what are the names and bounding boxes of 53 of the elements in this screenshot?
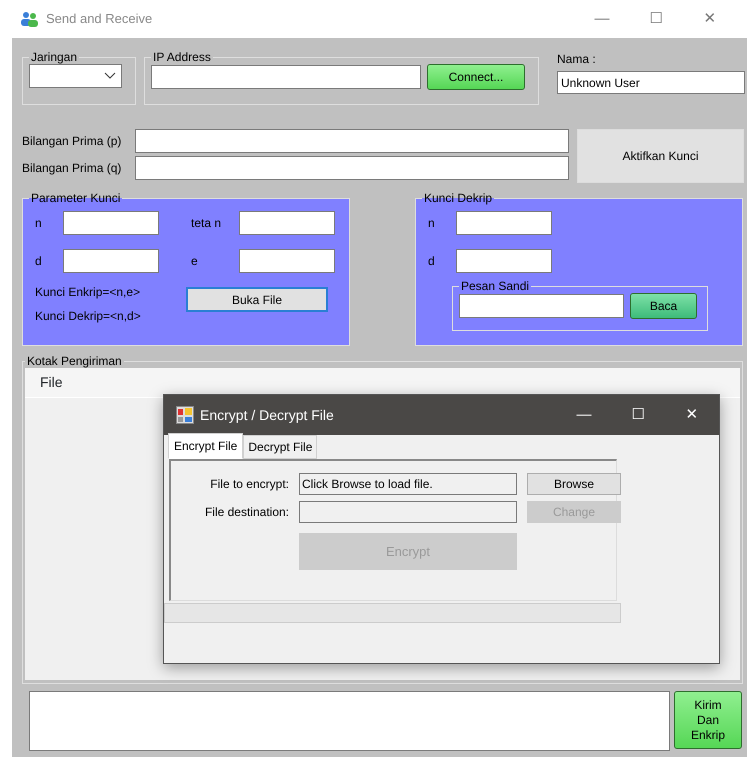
group-title: Pesan Sandi (460, 279, 530, 293)
dropdown-field[interactable] (29, 64, 122, 88)
text-field[interactable] (63, 249, 159, 273)
group-title: Jaringan (30, 50, 78, 64)
minimize-button[interactable]: — (557, 404, 611, 426)
key-note: Kunci Dekrip=<n,d> (35, 308, 142, 325)
tab[interactable]: Decrypt File (243, 435, 318, 459)
key-note: Kunci Enkrip=<n,e> (35, 284, 142, 301)
send-button[interactable]: Kirim Dan Enkrip (674, 691, 742, 749)
browse-button[interactable]: Browse (527, 473, 621, 495)
text-field[interactable] (456, 249, 552, 273)
file-path-field[interactable] (299, 501, 517, 523)
window-title: Send and Receive (46, 10, 154, 28)
field-label: File to encrypt: (209, 476, 289, 493)
name-label: Nama : (557, 51, 597, 68)
text-field[interactable] (459, 294, 624, 318)
app-icon (176, 406, 194, 424)
activate-button[interactable]: Aktifkan Kunci (577, 129, 744, 183)
connect-button[interactable]: Connect... (427, 64, 525, 90)
maximize-button[interactable]: ☐ (611, 404, 665, 426)
text-field[interactable]: Unknown User (557, 71, 745, 94)
text-field[interactable] (239, 249, 335, 273)
menu-item[interactable]: File (33, 371, 70, 394)
close-button[interactable]: ✕ (665, 404, 719, 426)
field-label: Bilangan Prima (p) (22, 133, 122, 150)
text-field[interactable] (63, 211, 159, 235)
field-label: d (35, 253, 43, 270)
text-field[interactable] (135, 129, 569, 153)
maximize-button[interactable]: ☐ (629, 8, 683, 30)
text-field[interactable] (239, 211, 335, 235)
text-field[interactable] (456, 211, 552, 235)
read-button[interactable]: Baca (630, 293, 697, 319)
field-label: teta n (191, 215, 222, 232)
field-label: e (191, 253, 199, 270)
message-field[interactable] (29, 691, 670, 751)
field-label: d (428, 253, 436, 270)
group-title: Parameter Kunci (30, 191, 122, 205)
field-label: File destination: (204, 504, 289, 521)
group-title: Kunci Dekrip (423, 191, 494, 205)
open-file-button[interactable]: Buka File (186, 287, 328, 312)
text-field[interactable] (151, 65, 421, 89)
close-button[interactable]: ✕ (683, 8, 737, 30)
file-path-field[interactable]: Click Browse to load file. (299, 473, 517, 495)
field-label: n (35, 215, 43, 232)
tab[interactable]: Encrypt File (168, 433, 244, 459)
dialog-title: Encrypt / Decrypt File (200, 406, 335, 425)
minimize-button[interactable]: — (575, 8, 629, 30)
text-field[interactable] (135, 156, 569, 180)
field-label: n (428, 215, 436, 232)
users-icon (20, 11, 38, 27)
group-title: Kotak Pengiriman (26, 354, 123, 368)
field-label: Bilangan Prima (q) (22, 160, 122, 177)
group-title: IP Address (152, 50, 212, 64)
